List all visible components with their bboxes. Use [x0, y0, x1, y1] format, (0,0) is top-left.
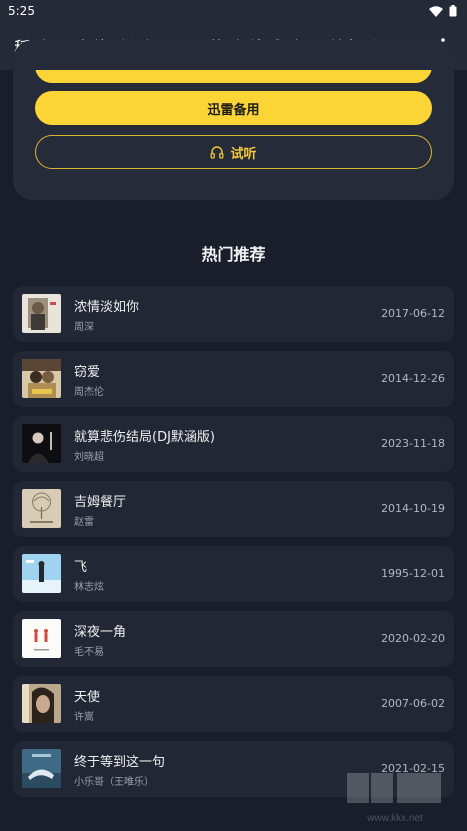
watermark-logo	[347, 773, 441, 803]
song-title: 终于等到这一句	[74, 755, 166, 770]
status-time: 5:25	[8, 4, 35, 18]
album-cover	[22, 619, 61, 658]
song-item[interactable]: 天使 许嵩 2007-06-02	[13, 676, 454, 732]
song-artist: 毛不易	[74, 647, 104, 658]
battery-icon	[449, 5, 457, 17]
song-item[interactable]: 吉姆餐厅 赵雷 2014-10-19	[13, 481, 454, 537]
album-cover	[22, 749, 61, 788]
wifi-icon	[429, 5, 443, 17]
song-title: 就算悲伤结局(DJ默涵版)	[74, 430, 215, 445]
song-date: 2014-12-26	[381, 372, 445, 385]
album-cover	[22, 489, 61, 528]
song-date: 1995-12-01	[381, 567, 445, 580]
album-cover	[22, 554, 61, 593]
song-date: 2007-06-02	[381, 697, 445, 710]
song-item[interactable]: 浓情淡如你 周深 2017-06-12	[13, 286, 454, 342]
song-title: 天使	[74, 690, 101, 705]
song-artist: 周深	[74, 322, 94, 333]
song-date: 2017-06-12	[381, 307, 445, 320]
song-item[interactable]: 飞 林志炫 1995-12-01	[13, 546, 454, 602]
site-watermark: www.kkx.net	[345, 769, 445, 825]
song-title: 吉姆餐厅	[74, 495, 127, 510]
thunder-backup-label: 迅雷备用	[207, 102, 260, 118]
album-cover	[22, 424, 61, 463]
album-cover	[22, 684, 61, 723]
song-title: 窃爱	[74, 365, 101, 380]
song-artist: 小乐哥（王唯乐）	[74, 777, 154, 788]
song-item[interactable]: 窃爱 周杰伦 2014-12-26	[13, 351, 454, 407]
song-date: 2023-11-18	[381, 437, 445, 450]
listen-button[interactable]: 试听	[35, 135, 432, 169]
song-title: 飞	[74, 560, 88, 575]
song-artist: 许嵩	[74, 712, 94, 723]
song-artist: 赵雷	[74, 517, 94, 528]
song-artist: 林志炫	[74, 582, 104, 593]
listen-label: 试听	[230, 146, 257, 162]
song-item[interactable]: 就算悲伤结局(DJ默涵版) 刘晓超 2023-11-18	[13, 416, 454, 472]
album-cover	[22, 294, 61, 333]
section-title: 热门推荐	[201, 245, 266, 264]
song-item[interactable]: 深夜一角 毛不易 2020-02-20	[13, 611, 454, 667]
song-date: 2014-10-19	[381, 502, 445, 515]
song-artist: 周杰伦	[74, 387, 104, 398]
song-artist: 刘晓超	[74, 452, 104, 463]
status-bar: 5:25	[0, 0, 467, 22]
thunder-backup-button[interactable]: 迅雷备用	[35, 91, 432, 125]
watermark-text: www.kkx.net	[367, 813, 423, 824]
headphones-icon	[211, 146, 224, 159]
song-title: 深夜一角	[74, 625, 127, 640]
status-icons	[429, 5, 457, 17]
album-cover	[22, 359, 61, 398]
song-date: 2020-02-20	[381, 632, 445, 645]
song-title: 浓情淡如你	[74, 300, 140, 315]
